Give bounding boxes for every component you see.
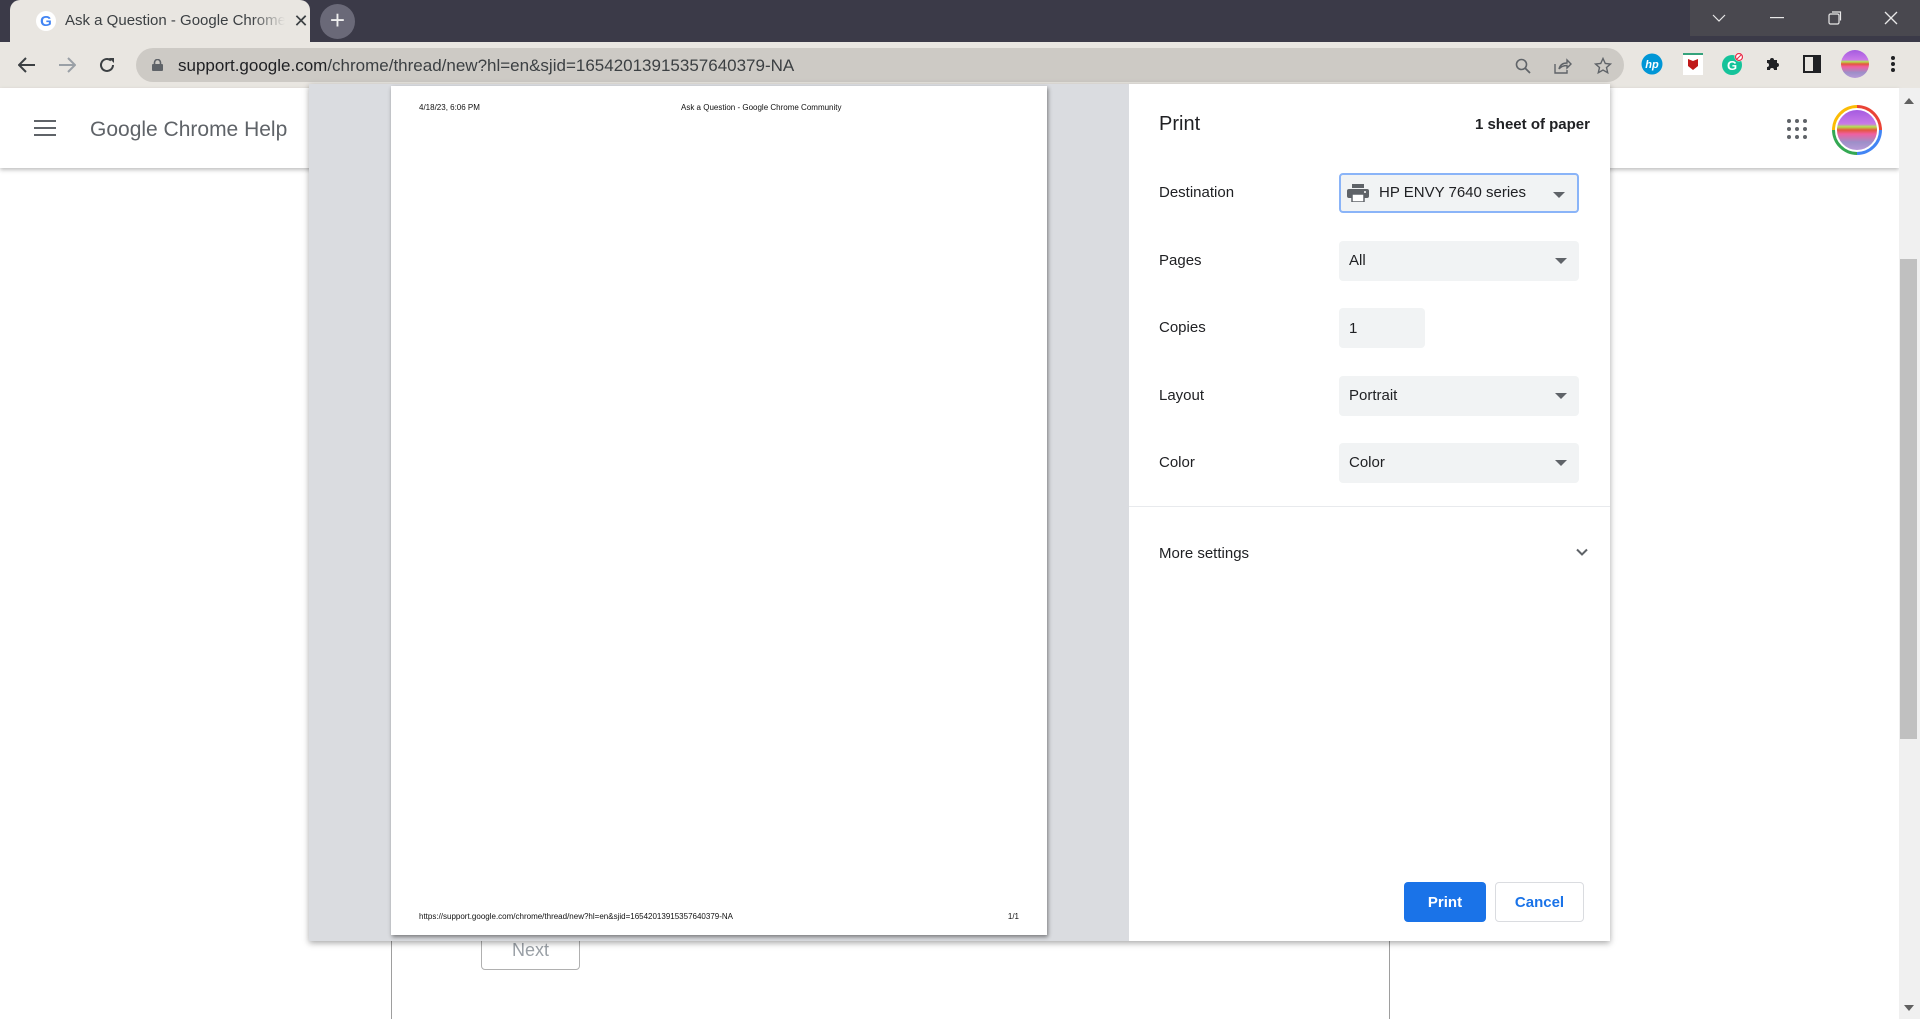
settings-divider: [1129, 506, 1610, 507]
back-button[interactable]: [12, 50, 42, 80]
dropdown-arrow-icon: [1555, 393, 1567, 399]
print-settings-panel: Print 1 sheet of paper Destination HP EN…: [1129, 84, 1610, 941]
cancel-button[interactable]: Cancel: [1495, 882, 1584, 922]
puzzle-icon: [1767, 58, 1779, 70]
pages-label: Pages: [1159, 252, 1202, 269]
mcafee-extension-button[interactable]: [1681, 52, 1705, 76]
close-icon: [1884, 11, 1898, 25]
color-label: Color: [1159, 454, 1195, 471]
more-settings-label: More settings: [1159, 545, 1250, 562]
scroll-up-arrow-icon[interactable]: [1904, 98, 1914, 104]
more-vert-icon: [1891, 56, 1895, 72]
minimize-icon: [1770, 17, 1784, 19]
page-scrollbar[interactable]: [1899, 88, 1920, 1019]
avatar-image: [1835, 108, 1879, 152]
hp-extension-button[interactable]: hp: [1640, 52, 1664, 76]
url-path: /chrome/thread/new?hl=en&sjid=1654201391…: [327, 56, 795, 75]
tab-strip: G Ask a Question - Google Chrome Communi…: [0, 0, 1920, 42]
layout-select[interactable]: Portrait: [1339, 376, 1579, 416]
close-window-button[interactable]: [1862, 0, 1920, 36]
extensions-button[interactable]: [1761, 52, 1785, 76]
layout-value: Portrait: [1349, 387, 1398, 404]
url-text: support.google.com/chrome/thread/new?hl=…: [178, 56, 794, 76]
tab-search-button[interactable]: [1690, 0, 1748, 36]
mcafee-shield-icon: [1683, 53, 1703, 75]
forward-button[interactable]: [52, 50, 82, 80]
lock-icon: [152, 59, 163, 71]
reload-button[interactable]: [92, 50, 122, 80]
more-settings-toggle[interactable]: More settings: [1159, 543, 1589, 567]
color-value: Color: [1349, 454, 1385, 471]
pages-select[interactable]: All: [1339, 241, 1579, 281]
destination-label: Destination: [1159, 184, 1235, 201]
preview-header-date: 4/18/23, 6:06 PM: [419, 103, 480, 112]
layout-label: Layout: [1159, 387, 1205, 404]
dropdown-arrow-icon: [1555, 460, 1567, 466]
grammarly-extension-button[interactable]: G: [1721, 52, 1745, 76]
browser-toolbar: support.google.com/chrome/thread/new?hl=…: [0, 42, 1920, 88]
account-avatar[interactable]: [1832, 105, 1882, 155]
copies-input[interactable]: [1339, 308, 1425, 348]
share-icon: [1554, 58, 1572, 74]
browser-tab[interactable]: G Ask a Question - Google Chrome Communi…: [10, 0, 310, 42]
sheet-count: 1 sheet of paper: [1474, 116, 1590, 133]
chrome-menu-button[interactable]: [1881, 52, 1905, 76]
side-panel-button[interactable]: [1800, 52, 1824, 76]
svg-text:hp: hp: [1645, 59, 1659, 71]
minimize-button[interactable]: [1748, 0, 1806, 36]
restore-button[interactable]: [1806, 0, 1864, 36]
preview-footer-page-number: 1/1: [1007, 912, 1019, 921]
google-favicon-icon: G: [36, 11, 56, 31]
search-icon: [1515, 58, 1531, 74]
menu-button[interactable]: [34, 120, 56, 136]
star-icon: [1594, 57, 1612, 75]
side-panel-icon: [1803, 55, 1821, 73]
reload-icon: [100, 57, 114, 72]
destination-value: HP ENVY 7640 series: [1379, 184, 1527, 201]
copies-label: Copies: [1159, 319, 1206, 336]
restore-icon: [1828, 11, 1842, 25]
preview-footer-url: https://support.google.com/chrome/thread…: [419, 912, 733, 921]
print-preview-area: 4/18/23, 6:06 PM Ask a Question - Google…: [309, 84, 1129, 941]
bookmark-button[interactable]: [1592, 55, 1614, 77]
print-button[interactable]: Print: [1404, 882, 1486, 922]
site-title[interactable]: Google Chrome Help: [90, 118, 287, 142]
preview-header-title: Ask a Question - Google Chrome Community: [681, 103, 842, 112]
dropdown-arrow-icon: [1553, 192, 1565, 198]
zoom-search-button[interactable]: [1512, 55, 1534, 77]
share-button[interactable]: [1552, 55, 1574, 77]
pages-value: All: [1349, 252, 1366, 269]
scrollbar-thumb[interactable]: [1900, 259, 1917, 739]
chevron-down-icon: [1712, 14, 1726, 22]
dropdown-arrow-icon: [1555, 258, 1567, 264]
svg-text:G: G: [1727, 58, 1737, 73]
print-dialog: 4/18/23, 6:06 PM Ask a Question - Google…: [309, 84, 1610, 941]
printer-icon: [1347, 184, 1369, 202]
preview-page: 4/18/23, 6:06 PM Ask a Question - Google…: [391, 86, 1047, 935]
profile-avatar: [1841, 50, 1869, 78]
grammarly-icon: G: [1722, 52, 1744, 75]
hamburger-icon-bar: [34, 134, 56, 136]
print-heading: Print: [1159, 113, 1201, 135]
google-apps-icon[interactable]: [1787, 119, 1807, 139]
hp-logo-icon: hp: [1641, 53, 1663, 75]
tab-close-icon[interactable]: ✕: [290, 10, 312, 32]
arrow-left-icon: [18, 57, 35, 73]
tab-title: Ask a Question - Google Chrome Community: [65, 12, 285, 29]
new-tab-button[interactable]: +: [320, 4, 355, 39]
chevron-down-icon: [1576, 548, 1588, 556]
url-host: support.google.com: [178, 56, 328, 75]
hamburger-icon: [34, 120, 56, 122]
destination-select[interactable]: HP ENVY 7640 series: [1339, 173, 1579, 213]
hamburger-icon-bar: [34, 127, 56, 129]
address-bar[interactable]: support.google.com/chrome/thread/new?hl=…: [136, 48, 1624, 82]
arrow-right-icon: [59, 57, 76, 73]
color-select[interactable]: Color: [1339, 443, 1579, 483]
profile-button[interactable]: [1840, 49, 1870, 79]
scroll-down-arrow-icon[interactable]: [1904, 1005, 1914, 1011]
